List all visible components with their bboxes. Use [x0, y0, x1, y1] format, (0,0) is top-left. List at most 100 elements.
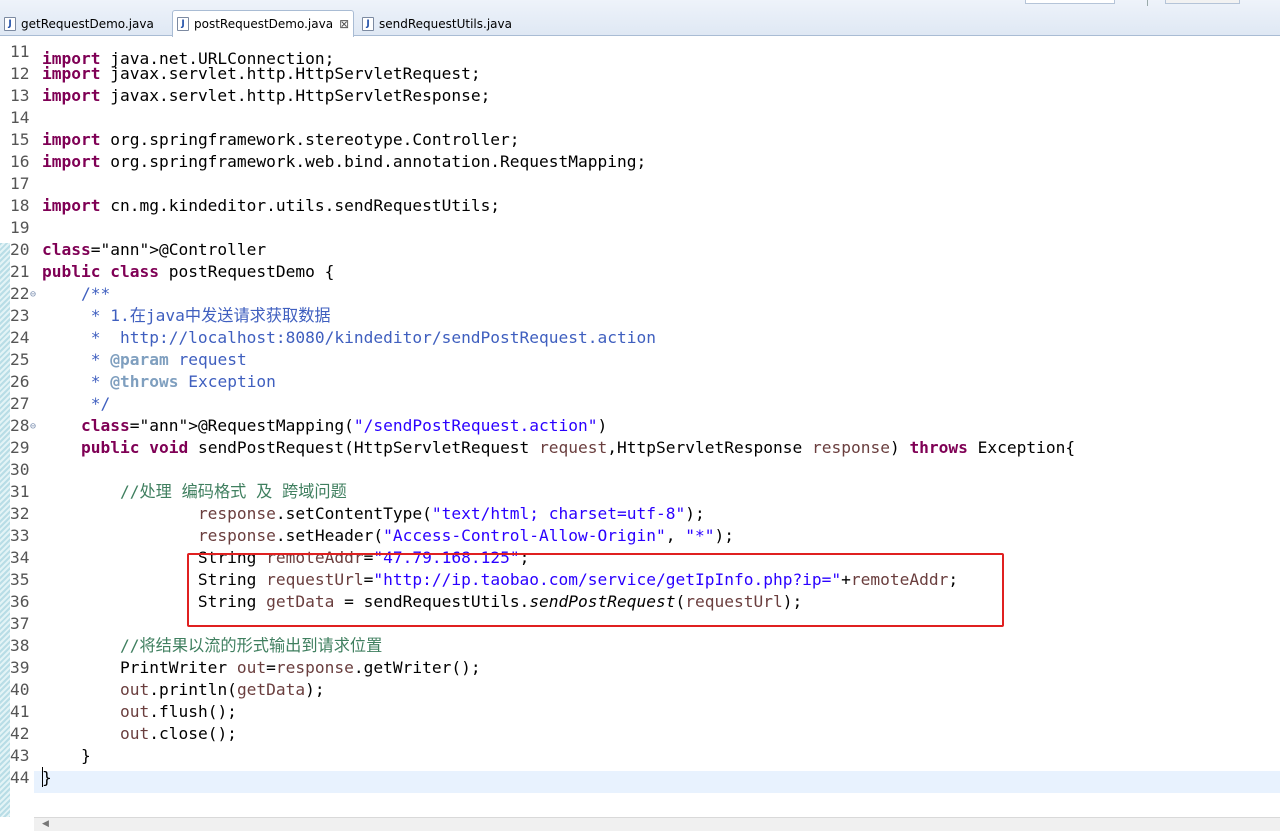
code-line: 33 response.setHeader("Access-Control-Al… — [0, 525, 1280, 547]
java-file-icon: J — [177, 17, 189, 31]
code-text: PrintWriter out=response.getWriter(); — [42, 658, 481, 677]
scroll-left-icon[interactable]: ◀ — [42, 819, 49, 829]
line-number: 13 — [10, 86, 30, 105]
code-line: 13 import javax.servlet.http.HttpServletR… — [0, 85, 1280, 107]
line-number: 43 — [10, 746, 30, 765]
code-line: 39 PrintWriter out=response.getWriter(); — [0, 657, 1280, 679]
code-text: */ — [42, 394, 111, 413]
code-text: * @throws Exception — [42, 372, 276, 391]
tab-label: postRequestDemo.java — [194, 17, 334, 31]
code-line: 16 import org.springframework.web.bind.an… — [0, 151, 1280, 173]
code-line: 23 * 1.在java中发送请求获取数据 — [0, 305, 1280, 327]
line-number: 24 — [10, 328, 30, 347]
code-line: 41 out.flush(); — [0, 701, 1280, 723]
close-tab-icon[interactable]: ⊠ — [339, 17, 349, 31]
code-line: 25 * @param request — [0, 349, 1280, 371]
line-number: 44 — [10, 768, 30, 787]
code-line: 12 import javax.servlet.http.HttpServletR… — [0, 63, 1280, 85]
line-number: 36 — [10, 592, 30, 611]
code-line: 24 * http://localhost:8080/kindeditor/se… — [0, 327, 1280, 349]
line-number: 33 — [10, 526, 30, 545]
code-line: 26 * @throws Exception — [0, 371, 1280, 393]
editor-tab-bar: J getRequestDemo.java J postRequestDemo.… — [0, 0, 1280, 37]
code-line: 44} — [0, 767, 1280, 789]
line-number: 42 — [10, 724, 30, 743]
code-text: String requestUrl="http://ip.taobao.com/… — [42, 570, 959, 589]
fold-toggle-icon[interactable]: ⊖ — [30, 284, 36, 306]
code-text: import org.springframework.stereotype.Co… — [42, 130, 520, 149]
line-number: 30 — [10, 460, 30, 479]
code-editor[interactable]: import java.net.URLConnection; 11 12 impor… — [0, 37, 1280, 817]
java-file-icon: J — [362, 16, 374, 31]
code-text: class="ann">@Controller — [42, 240, 267, 259]
code-text: response.setContentType("text/html; char… — [197, 504, 705, 523]
code-text: } — [42, 746, 91, 765]
line-number: 27 — [10, 394, 30, 413]
toolbar-search-field[interactable] — [1025, 0, 1115, 4]
tab-sendrequestutils[interactable]: J sendRequestUtils.java — [358, 11, 512, 36]
tab-postrequestdemo[interactable]: J postRequestDemo.java ⊠ — [172, 10, 354, 37]
code-line: 30 — [0, 459, 1280, 481]
code-line: 35 String requestUrl="http://ip.taobao.c… — [0, 569, 1280, 591]
code-line: 28 ⊖ class="ann">@RequestMapping("/sendPo… — [0, 415, 1280, 437]
code-text: * 1.在java中发送请求获取数据 — [42, 306, 331, 325]
code-line: 17 — [0, 173, 1280, 195]
toolbar-separator — [1147, 0, 1148, 6]
code-line: 32 response.setContentType("text/html; c… — [0, 503, 1280, 525]
line-number: 21 — [10, 262, 30, 281]
code-line: 34 String remoteAddr="47.79.168.125"; — [0, 547, 1280, 569]
line-number: 25 — [10, 350, 30, 369]
line-number: 11 — [10, 42, 30, 61]
line-number: 12 — [10, 64, 30, 83]
code-text: out.flush(); — [119, 702, 237, 721]
code-line: 29 public void sendPostRequest(HttpServl… — [0, 437, 1280, 459]
code-line: 20 class="ann">@Controller — [0, 239, 1280, 261]
code-line: 43 } — [0, 745, 1280, 767]
line-number: 23 — [10, 306, 30, 325]
code-text: out.println(getData); — [119, 680, 325, 699]
toolbar-button[interactable] — [1165, 0, 1240, 4]
code-line: 19 — [0, 217, 1280, 239]
tab-getrequestdemo[interactable]: J getRequestDemo.java — [0, 11, 154, 36]
line-number: 26 — [10, 372, 30, 391]
line-number: 32 — [10, 504, 30, 523]
line-number: 14 — [10, 108, 30, 127]
line-number: 39 — [10, 658, 30, 677]
code-text: import org.springframework.web.bind.anno… — [42, 152, 647, 171]
code-text: import cn.mg.kindeditor.utils.sendReques… — [42, 196, 501, 215]
code-text: } — [42, 768, 52, 787]
line-number: 34 — [10, 548, 30, 567]
code-line: 42 out.close(); — [0, 723, 1280, 745]
fold-toggle-icon[interactable]: ⊖ — [30, 416, 36, 438]
line-number: 22 — [10, 284, 30, 303]
line-number: 38 — [10, 636, 30, 655]
code-line: 21 public class postRequestDemo { — [0, 261, 1280, 283]
code-text: * @param request — [42, 350, 247, 369]
code-line: 40 out.println(getData); — [0, 679, 1280, 701]
code-line: 11 — [0, 41, 1280, 63]
code-line: 37 — [0, 613, 1280, 635]
code-line: 36 String getData = sendRequestUtils.sen… — [0, 591, 1280, 613]
code-text: String getData = sendRequestUtils.sendPo… — [42, 592, 803, 611]
code-text: import javax.servlet.http.HttpServletRes… — [42, 86, 491, 105]
line-number: 41 — [10, 702, 30, 721]
code-line: 38 //将结果以流的形式输出到请求位置 — [0, 635, 1280, 657]
tab-label: sendRequestUtils.java — [379, 16, 512, 31]
code-text: String remoteAddr="47.79.168.125"; — [42, 548, 530, 567]
code-text: public class postRequestDemo { — [42, 262, 335, 281]
java-file-icon: J — [4, 16, 16, 31]
line-number: 20 — [10, 240, 30, 259]
code-text: import javax.servlet.http.HttpServletReq… — [42, 64, 481, 83]
code-text: * http://localhost:8080/kindeditor/sendP… — [42, 328, 656, 347]
code-line: 31 //处理 编码格式 及 跨域问题 — [0, 481, 1280, 503]
line-number: 35 — [10, 570, 30, 589]
horizontal-scrollbar[interactable]: ◀ — [34, 817, 1280, 831]
line-number: 40 — [10, 680, 30, 699]
code-text: response.setHeader("Access-Control-Allow… — [197, 526, 734, 545]
code-line: 18 import cn.mg.kindeditor.utils.sendRequ… — [0, 195, 1280, 217]
line-number: 29 — [10, 438, 30, 457]
line-number: 18 — [10, 196, 30, 215]
code-text: out.close(); — [119, 724, 237, 743]
code-line: 15 import org.springframework.stereotype.… — [0, 129, 1280, 151]
code-text: /** — [42, 284, 111, 303]
